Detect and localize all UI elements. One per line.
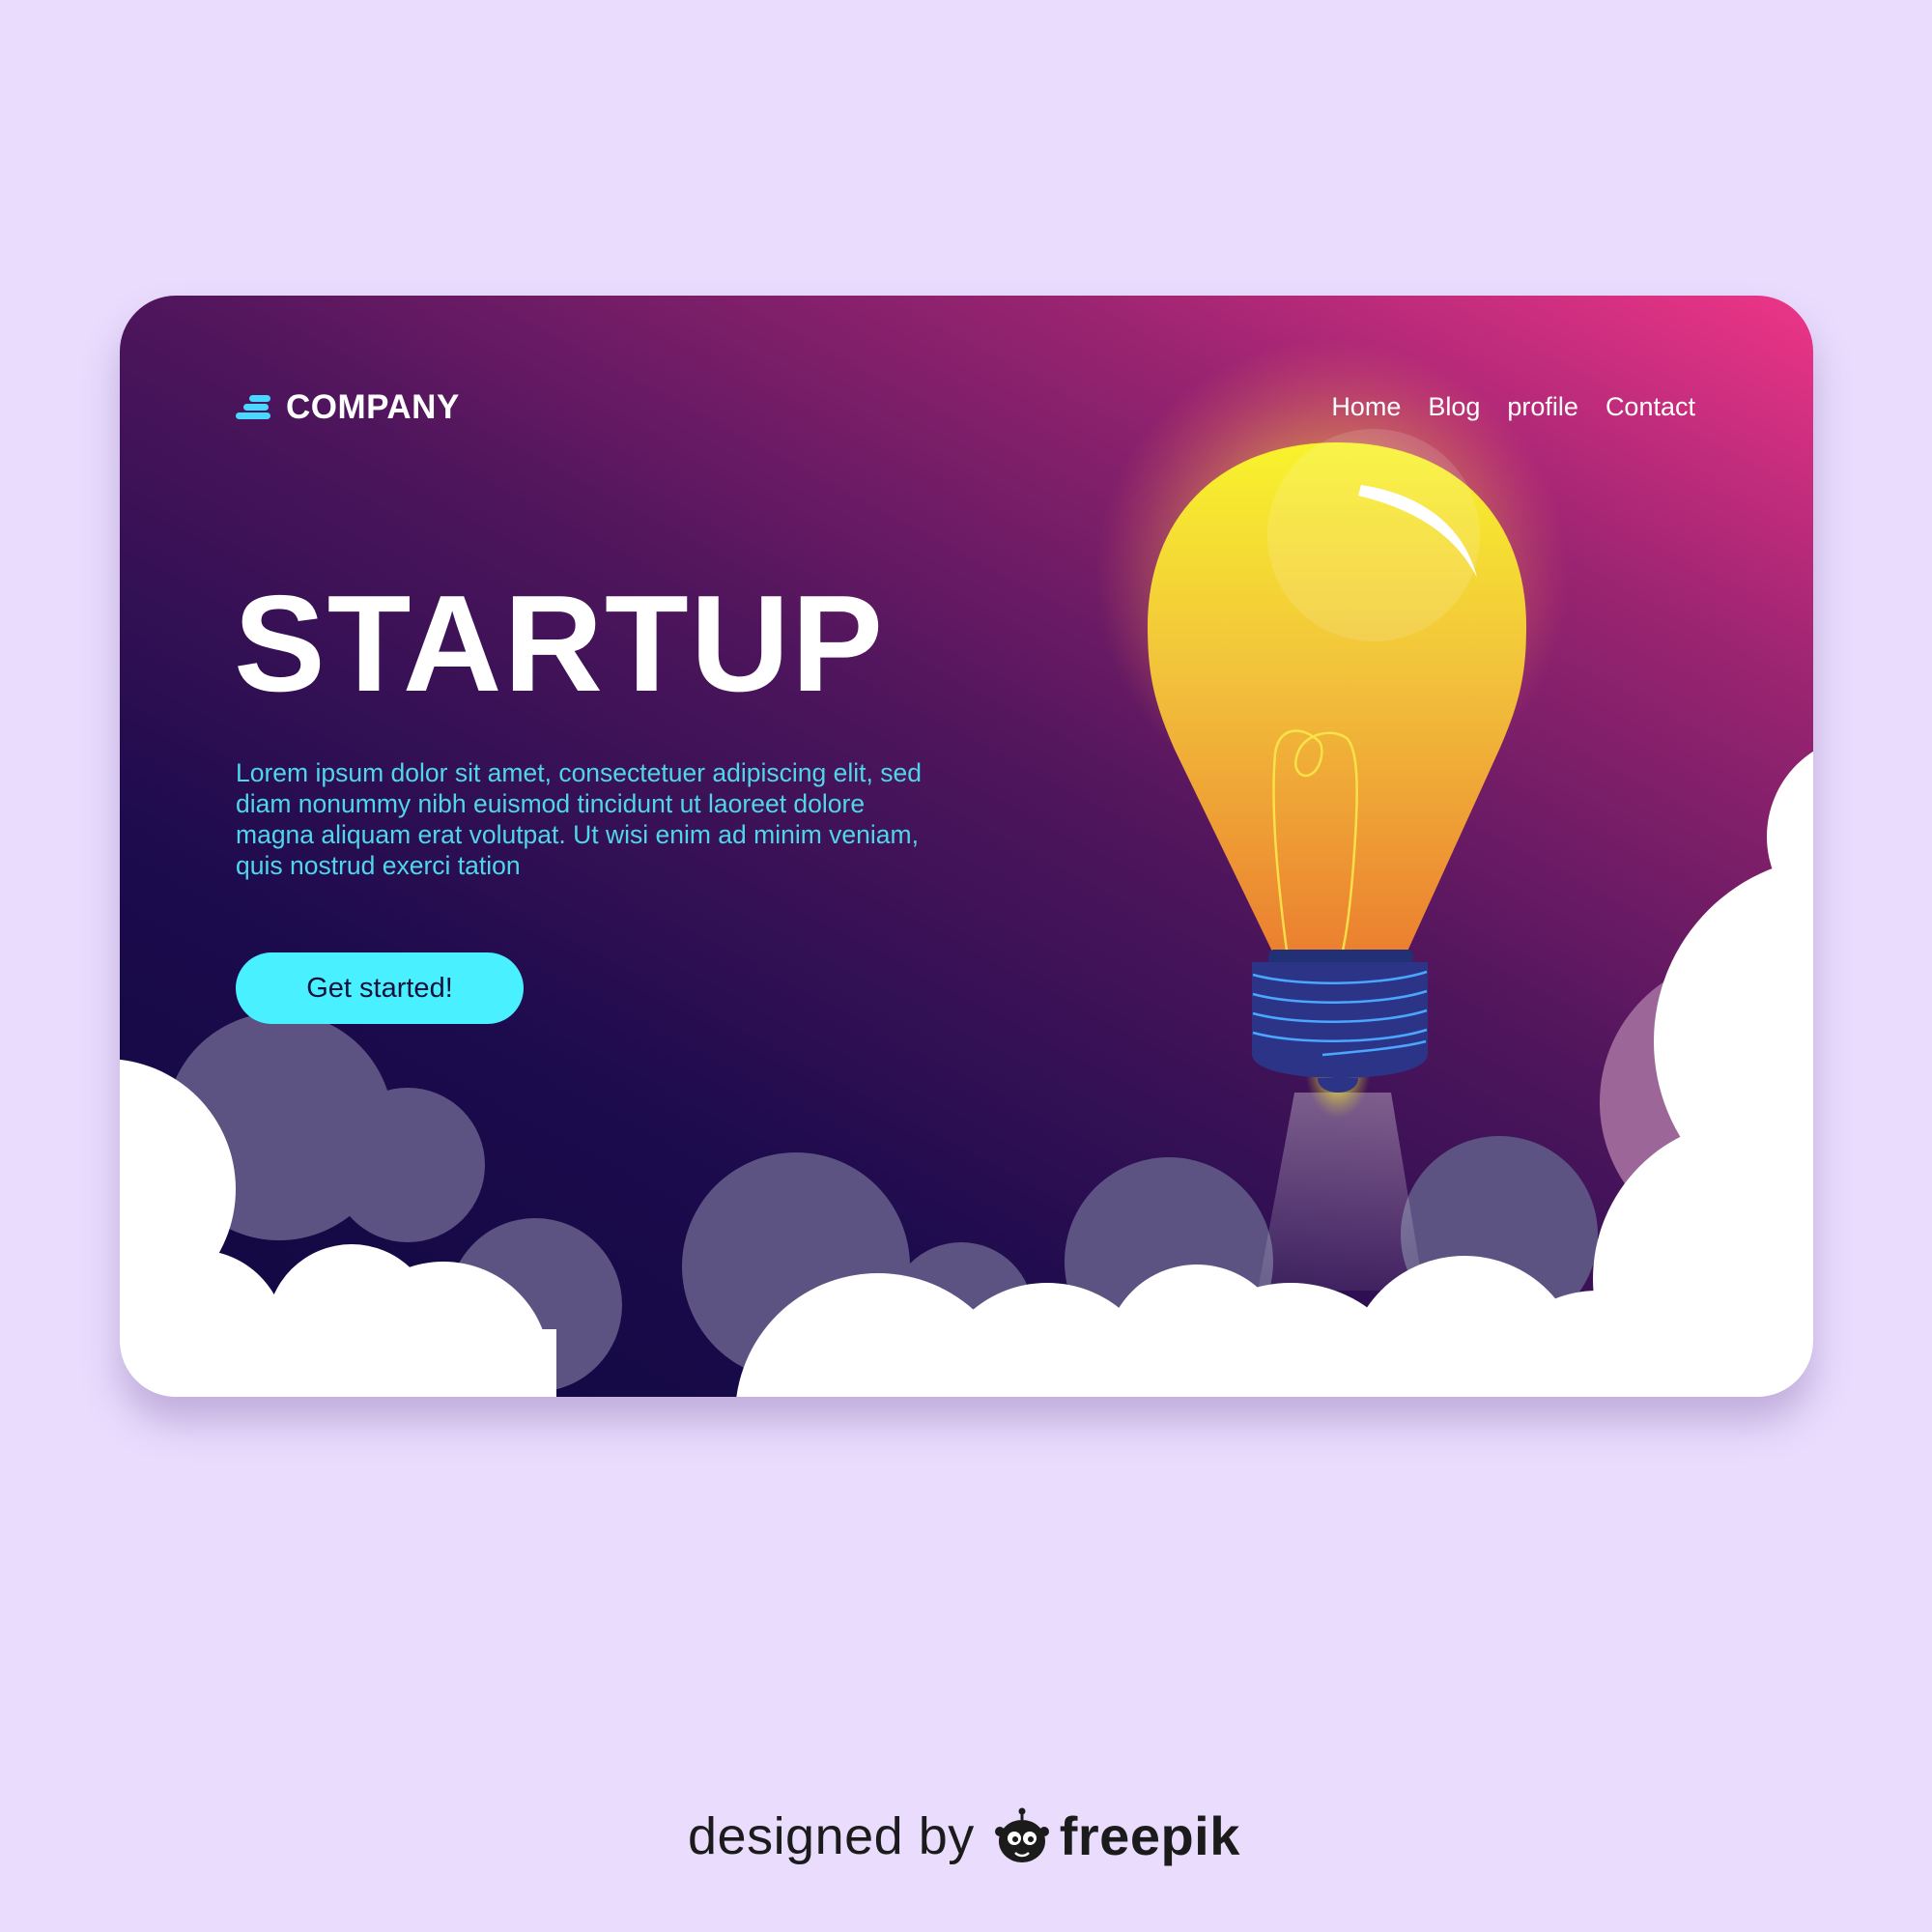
brand-name: COMPANY (286, 388, 460, 426)
designer-credit[interactable]: designed by freepik (688, 1804, 1240, 1867)
brand-logo[interactable]: COMPANY (236, 388, 460, 427)
hero-title: STARTUP (234, 567, 886, 721)
hero-description: Lorem ipsum dolor sit amet, consectetuer… (236, 758, 922, 880)
main-nav: Home Blog profile Contact (1304, 392, 1695, 422)
landing-card: COMPANY Home Blog profile Contact STARTU… (120, 296, 1813, 1397)
brand-freepik: freepik (1059, 1805, 1240, 1866)
get-started-button[interactable]: Get started! (236, 952, 524, 1024)
nav-link-home[interactable]: Home (1331, 392, 1401, 422)
nav-link-profile[interactable]: profile (1507, 392, 1578, 422)
nav-link-blog[interactable]: Blog (1428, 392, 1480, 422)
light-bulb-icon (1148, 429, 1526, 1093)
credit-text: designed by (688, 1806, 975, 1865)
nav-link-contact[interactable]: Contact (1605, 392, 1695, 422)
stacked-bars-logo-icon (236, 395, 270, 419)
freepik-logo-icon (994, 1807, 1049, 1862)
